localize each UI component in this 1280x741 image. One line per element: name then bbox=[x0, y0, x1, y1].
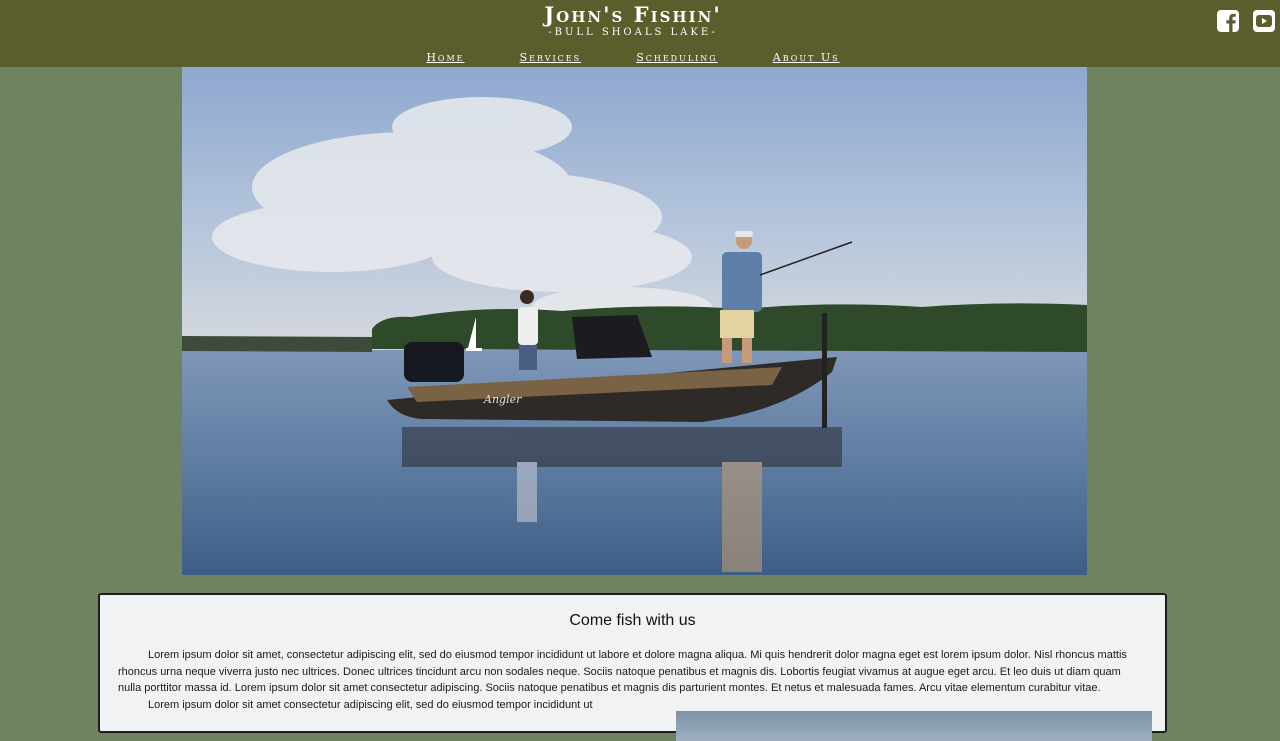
nav-about-us[interactable]: About Us bbox=[773, 51, 840, 64]
site-title[interactable]: John's Fishin' bbox=[0, 2, 1266, 28]
brand[interactable]: John's Fishin' -BULL SHOALS LAKE- bbox=[0, 2, 1266, 38]
hero-image: Angler bbox=[182, 67, 1087, 575]
nav-scheduling[interactable]: Scheduling bbox=[636, 51, 718, 64]
main-nav: Home Services Scheduling About Us bbox=[0, 46, 1266, 65]
site-header: John's Fishin' -BULL SHOALS LAKE- Home S… bbox=[0, 0, 1280, 67]
section-heading: Come fish with us bbox=[569, 612, 696, 629]
social-links bbox=[1216, 9, 1276, 33]
site-subtitle: -BULL SHOALS LAKE- bbox=[548, 27, 718, 38]
body-paragraph: Lorem ipsum dolor sit amet consectetur a… bbox=[148, 698, 593, 711]
body-paragraph: Lorem ipsum dolor sit amet, consectetur … bbox=[118, 649, 1127, 694]
content-card: Come fish with us Lorem ipsum dolor sit … bbox=[98, 593, 1167, 741]
youtube-icon[interactable] bbox=[1252, 9, 1276, 33]
nav-home[interactable]: Home bbox=[426, 51, 464, 64]
nav-services[interactable]: Services bbox=[520, 51, 582, 64]
secondary-image bbox=[676, 711, 1152, 741]
facebook-icon[interactable] bbox=[1216, 9, 1240, 33]
boat-brand-text: Angler bbox=[483, 393, 522, 406]
section-body: Lorem ipsum dolor sit amet, consectetur … bbox=[118, 647, 1138, 713]
